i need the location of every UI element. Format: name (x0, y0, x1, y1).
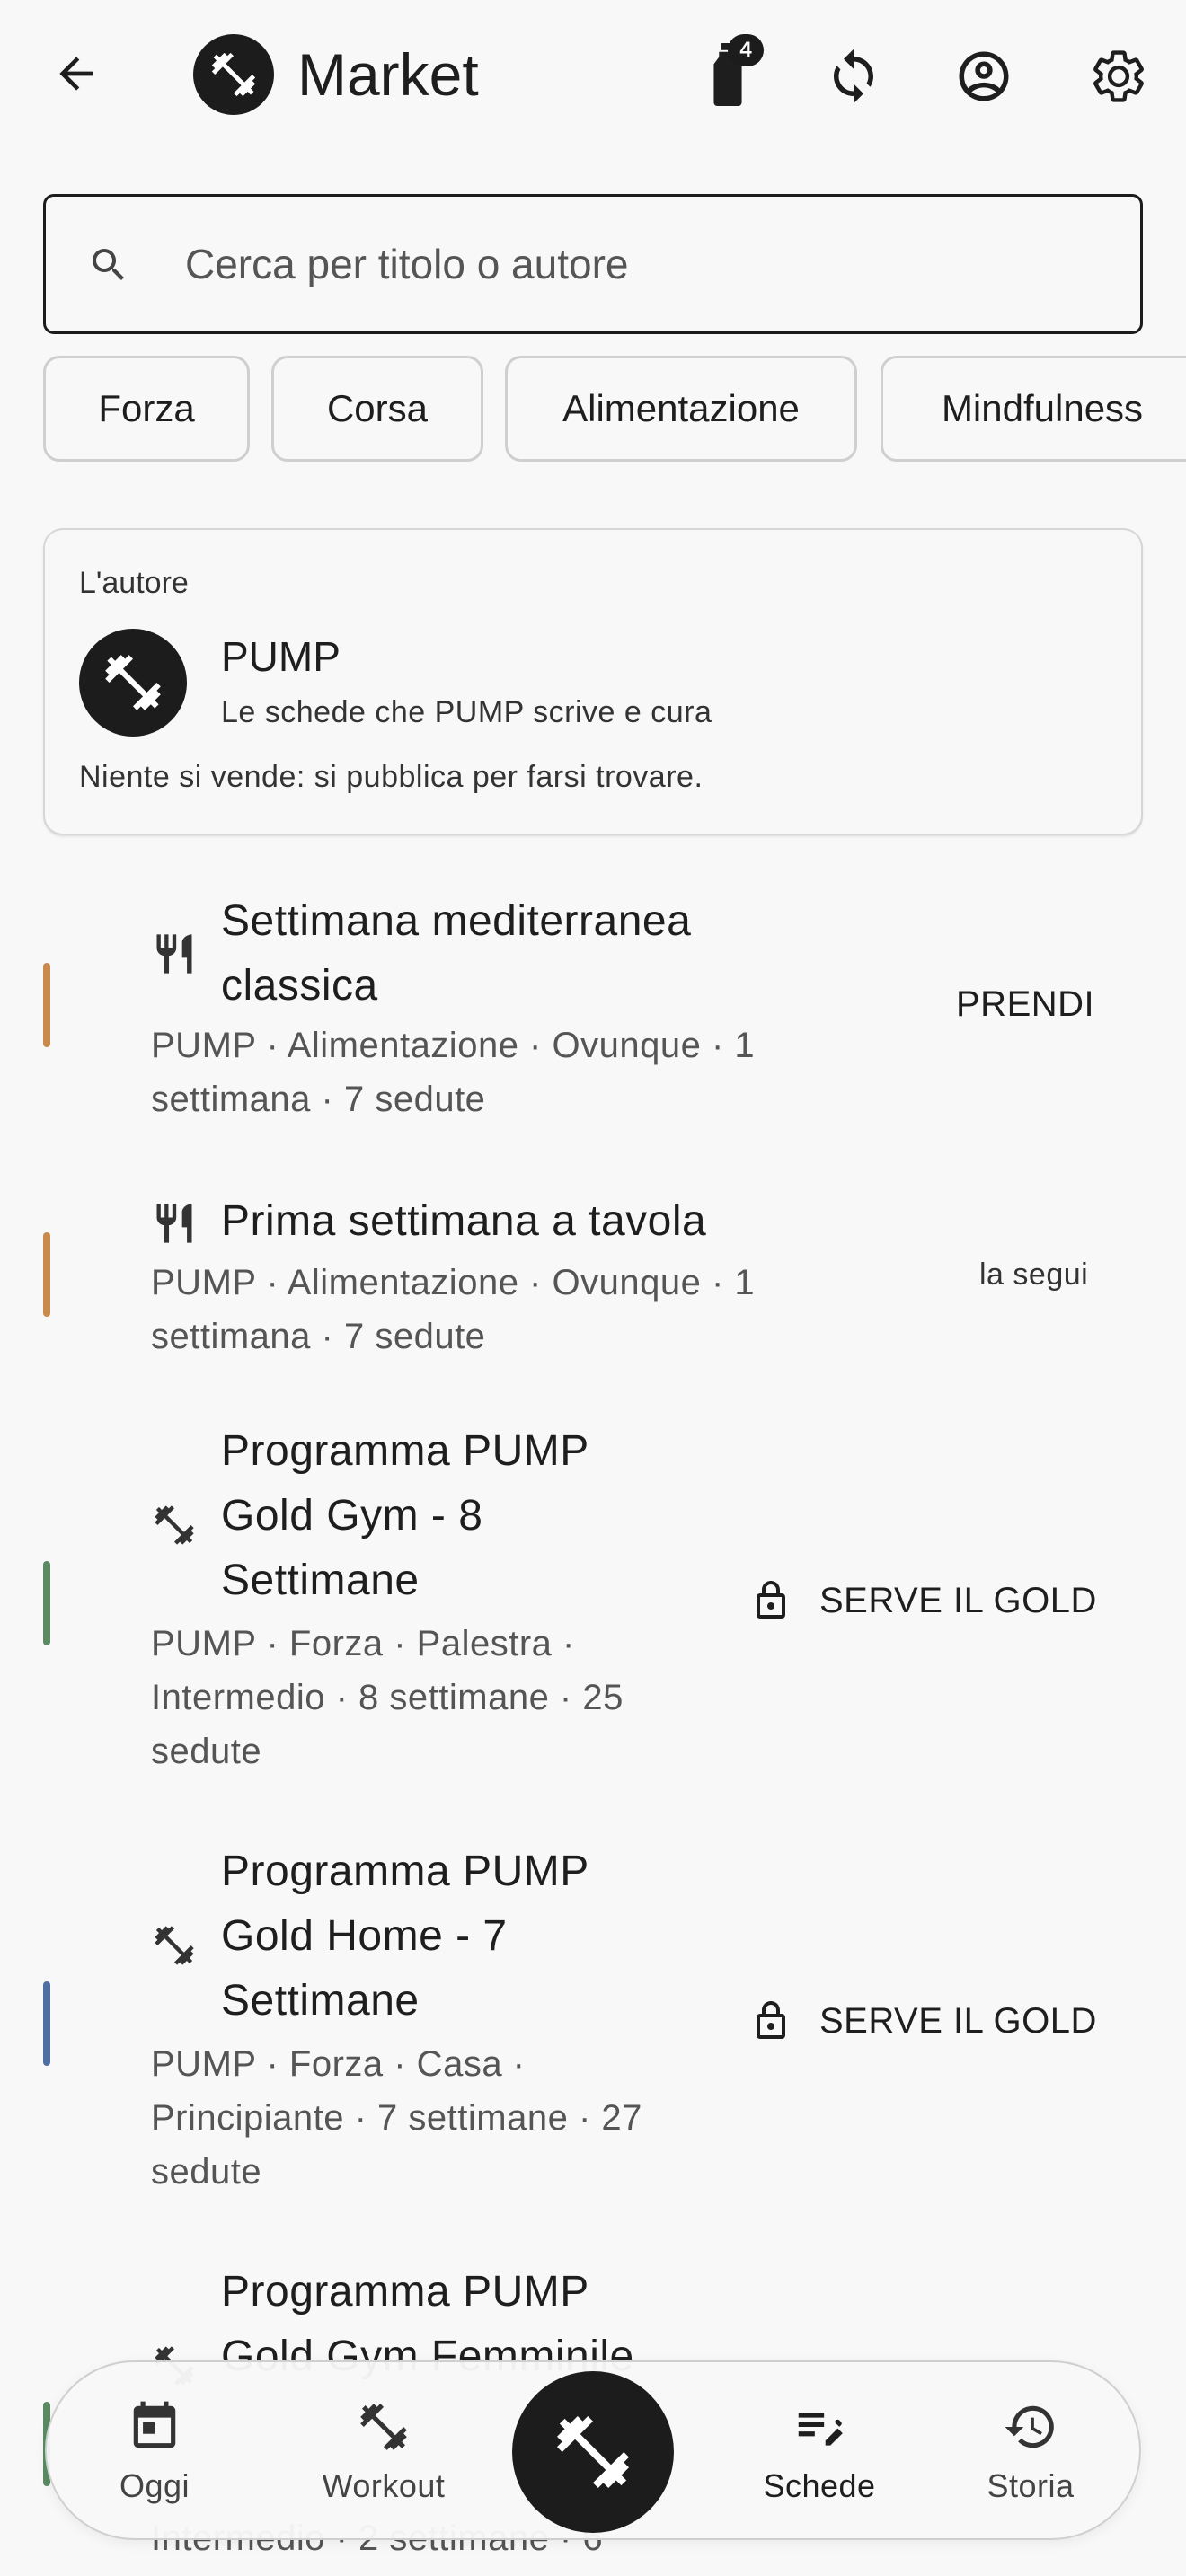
dumbbell-icon (211, 52, 256, 97)
nav-item-storia[interactable]: Storia (972, 2362, 1089, 2542)
requires-gold-label: SERVE IL GOLD (819, 1580, 1097, 1620)
nav-item-oggi[interactable]: Oggi (101, 2362, 208, 2542)
dumbbell-icon (105, 655, 161, 710)
program-title-line: Programma PUMP (221, 1427, 589, 1475)
category-accent (43, 1232, 50, 1317)
search-icon (93, 249, 124, 280)
program-title-line: Prima settimana a tavola (221, 1197, 707, 1245)
author-card[interactable]: L'autore PUMP Le schede che PUMP scrive … (43, 528, 1143, 835)
category-accent (43, 1561, 50, 1645)
requires-gold-label: SERVE IL GOLD (819, 2000, 1097, 2041)
search-input[interactable] (185, 224, 1084, 304)
program-title-line: Programma PUMP (221, 2268, 589, 2316)
calendar-icon (133, 2401, 176, 2448)
nav-label: Workout (322, 2467, 446, 2504)
program-meta-line: Intermedio · 8 settimane · 25 (151, 1678, 624, 1717)
program-title-line: Settimane (221, 1557, 420, 1604)
sync-button[interactable] (813, 36, 894, 117)
program-item[interactable]: Prima settimana a tavola PUMP · Alimenta… (0, 1177, 1186, 1374)
nav-item-schede[interactable]: Schede (748, 2362, 891, 2542)
program-meta-line: sedute (151, 2152, 262, 2192)
requires-gold-button[interactable]: SERVE IL GOLD (749, 1579, 1097, 1622)
arrow-back-icon (59, 57, 93, 91)
lock-icon (757, 2001, 785, 2039)
program-item[interactable]: Programma PUMP Gold Home - 7 Settimane P… (0, 1839, 1186, 2217)
program-item[interactable]: Settimana mediterranea classica PUMP · A… (0, 880, 1186, 1141)
nav-center-workout-button[interactable] (512, 2371, 674, 2533)
history-icon (1005, 2405, 1054, 2448)
chip-corsa[interactable]: Corsa (271, 356, 483, 462)
program-item[interactable]: Programma PUMP Gold Gym - 8 Settimane PU… (0, 1419, 1186, 1796)
brand-logo (193, 34, 274, 115)
nav-label: Schede (763, 2467, 876, 2504)
following-status: la segui (979, 1257, 1089, 1292)
sync-icon (834, 49, 873, 104)
program-meta-line: sedute (151, 1732, 262, 1771)
dumbbell-icon (557, 2416, 629, 2488)
author-avatar (79, 629, 187, 737)
notification-badge: 4 (728, 34, 764, 66)
search-field[interactable] (43, 194, 1143, 334)
dumbbell-icon (155, 1926, 194, 1965)
category-chips: Forza Corsa Alimentazione Mindfulness (43, 356, 1186, 463)
program-meta-line: PUMP · Alimentazione · Ovunque · 1 (151, 1026, 756, 1065)
dumbbell-icon (155, 1505, 194, 1545)
program-meta-line: settimana · 7 sedute (151, 1317, 486, 1356)
requires-gold-button[interactable]: SERVE IL GOLD (749, 1999, 1097, 2042)
program-meta-line: PUMP · Alimentazione · Ovunque · 1 (151, 1263, 756, 1302)
program-meta-line: PUMP · Forza · Palestra · (151, 1624, 575, 1663)
program-meta-line: settimana · 7 sedute (151, 1080, 486, 1119)
author-kicker: L'autore (79, 566, 189, 600)
category-accent (43, 963, 50, 1047)
author-name: PUMP (221, 633, 341, 680)
program-meta-line: PUMP · Forza · Casa · (151, 2044, 526, 2084)
program-title-line: Settimana mediterranea (221, 897, 692, 945)
chip-forza[interactable]: Forza (43, 356, 250, 462)
chip-mindfulness[interactable]: Mindfulness (881, 356, 1186, 462)
edit-list-icon (798, 2413, 843, 2446)
program-title-line: Gold Gym - 8 (221, 1492, 483, 1539)
fork-knife-icon (156, 934, 192, 974)
gear-icon (1093, 50, 1144, 102)
chip-alimentazione[interactable]: Alimentazione (505, 356, 857, 462)
take-button[interactable]: PRENDI (956, 984, 1094, 1025)
account-circle-icon (959, 51, 1009, 101)
page-title: Market (297, 41, 479, 108)
category-accent (43, 1981, 50, 2066)
author-note: Niente si vende: si pubblica per farsi t… (79, 760, 704, 794)
program-title-line: classica (221, 962, 378, 1010)
fork-knife-icon (156, 1204, 192, 1243)
program-title-line: Programma PUMP (221, 1848, 589, 1895)
nav-label: Storia (987, 2467, 1075, 2504)
nav-item-workout[interactable]: Workout (298, 2362, 469, 2542)
lock-icon (757, 1581, 785, 1619)
back-button[interactable] (36, 38, 117, 110)
settings-button[interactable] (1078, 36, 1159, 117)
top-app-bar: Market 4 (0, 0, 1186, 148)
program-title-line: Gold Home - 7 (221, 1912, 508, 1960)
author-subtitle: Le schede che PUMP scrive e cura (221, 695, 712, 729)
program-title-line: Settimane (221, 1977, 420, 2025)
dumbbell-icon (360, 2404, 407, 2450)
account-button[interactable] (943, 36, 1024, 117)
nav-label: Oggi (119, 2467, 190, 2504)
program-meta-line: Principiante · 7 settimane · 27 (151, 2098, 642, 2138)
